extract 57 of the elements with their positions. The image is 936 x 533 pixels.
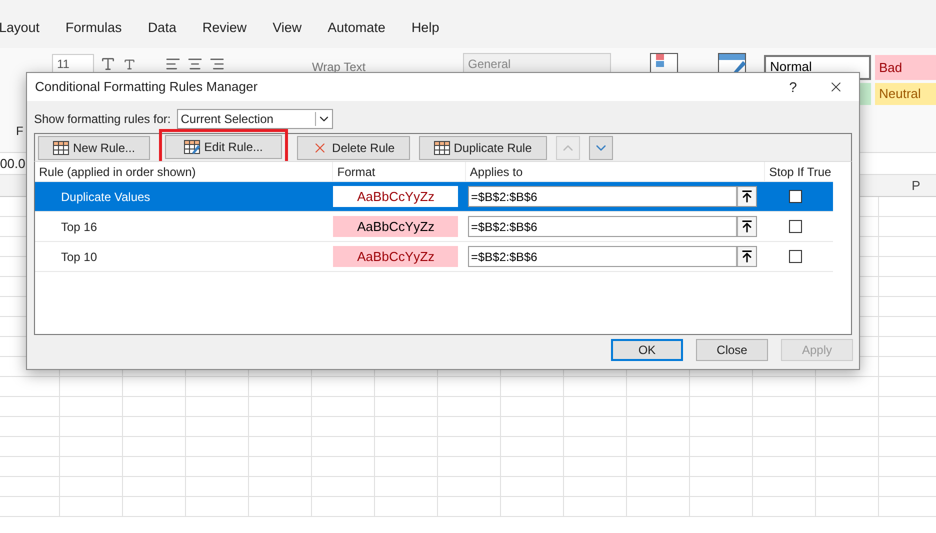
column-header: P [910, 177, 922, 195]
menu-tab[interactable]: Layout [0, 18, 40, 38]
range-field[interactable]: =$B$2:$B$6 [468, 216, 758, 237]
range-field[interactable]: =$B$2:$B$6 [468, 246, 758, 267]
stop-if-true-checkbox[interactable] [788, 250, 802, 263]
menu-tab[interactable]: Data [148, 18, 176, 38]
toolbar-button[interactable]: Duplicate Rule [418, 136, 547, 160]
conditional-format-icon[interactable] [650, 53, 678, 75]
stop-if-true-checkbox[interactable] [788, 190, 802, 203]
font-shrink-icon[interactable] [123, 58, 136, 71]
rule-row[interactable]: Top 10 AaBbCcYyZz =$B$2:$B$6 [35, 242, 833, 272]
table-icon [434, 141, 450, 155]
menu-tab[interactable]: Formulas [66, 18, 122, 38]
format-table-icon[interactable] [718, 53, 746, 75]
cell-style[interactable]: Bad [875, 55, 936, 80]
toolbar-button[interactable]: Edit Rule... [165, 134, 282, 158]
wrap-text-button[interactable]: Wrap Text [312, 58, 366, 76]
format-preview: AaBbCcYyZz [333, 186, 458, 207]
menu-tab[interactable]: Review [202, 18, 247, 38]
rule-name: Top 16 [60, 218, 98, 236]
column-header: Rule (applied in order shown) [35, 162, 334, 181]
collapse-icon[interactable] [736, 247, 756, 266]
rule-row[interactable]: Top 16 AaBbCcYyZz =$B$2:$B$6 [35, 212, 833, 242]
menu-tab[interactable]: View [272, 18, 302, 38]
menu-tab[interactable]: Help [411, 18, 440, 38]
cell-style[interactable]: Neutral [875, 83, 936, 105]
align-left-icon[interactable] [165, 56, 181, 72]
filter-dropdown[interactable]: Current Selection [176, 109, 333, 129]
toolbar-button[interactable]: Delete Rule [297, 136, 410, 160]
rule-row[interactable]: Duplicate Values AaBbCcYyZz =$B$2:$B$6 [35, 182, 833, 212]
collapse-icon[interactable] [736, 217, 756, 236]
stop-if-true-checkbox[interactable] [788, 220, 802, 233]
format-preview: AaBbCcYyZz [333, 246, 458, 267]
table-pencil-icon [184, 140, 200, 154]
toolbar-button[interactable]: New Rule... [38, 136, 150, 160]
column-header: Stop If True [768, 164, 832, 180]
column-header: Applies to [466, 162, 766, 181]
dialog-button[interactable]: Close [696, 339, 768, 361]
range-field[interactable]: =$B$2:$B$6 [468, 186, 758, 207]
column-header: Format [333, 162, 466, 181]
cell-style-swatch[interactable] [859, 83, 871, 105]
filter-label: Show formatting rules for: [34, 111, 171, 128]
rule-name: Top 10 [60, 248, 98, 266]
align-right-icon[interactable] [209, 56, 225, 72]
move-rule-button[interactable] [588, 136, 613, 160]
dialog-title: Conditional Formatting Rules Manager [35, 78, 259, 96]
menu-tab[interactable]: Automate [328, 18, 386, 38]
format-preview: AaBbCcYyZz [333, 216, 458, 237]
rule-name: Duplicate Values [60, 188, 152, 206]
table-icon [53, 141, 69, 155]
align-center-icon[interactable] [187, 56, 203, 72]
font-grow-icon[interactable] [100, 56, 116, 72]
ribbon-label: F [16, 123, 24, 140]
formula-value: 00.0 [0, 154, 26, 173]
dialog-button[interactable]: OK [611, 339, 683, 361]
collapse-icon[interactable] [736, 187, 756, 206]
font-size-field[interactable]: 11 [52, 54, 94, 74]
